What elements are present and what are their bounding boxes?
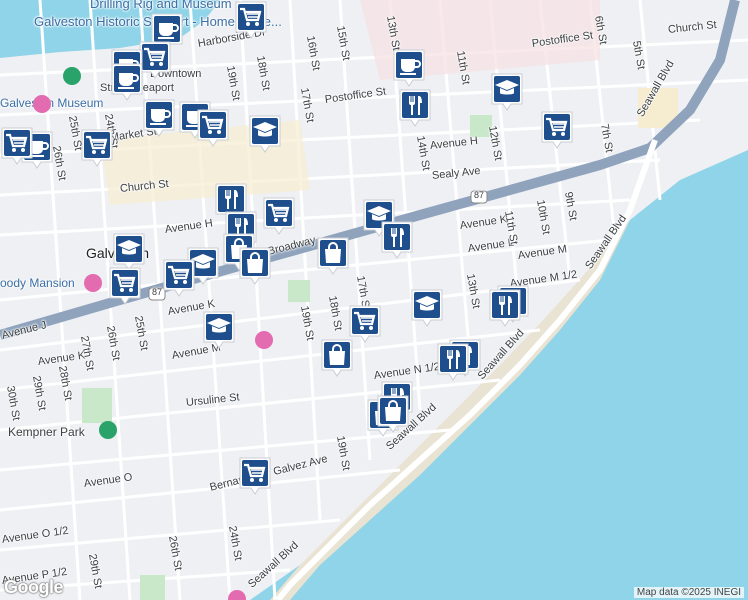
place-label: Moody Mansion (0, 276, 75, 290)
map-canvas[interactable]: 87 87 Harborside Dr Postoffice St Postof… (0, 0, 748, 600)
shopping-cart-pin-icon[interactable] (238, 456, 272, 496)
restaurant-pin-icon[interactable] (380, 220, 414, 260)
school-pin-icon[interactable] (202, 310, 236, 350)
shopping-cart-pin-icon[interactable] (234, 0, 268, 40)
place-label: Kempner Park (8, 425, 85, 439)
park-3 (140, 575, 165, 600)
place-label: Galveston Museum (0, 96, 104, 110)
shopping-cart-pin-icon[interactable] (108, 266, 142, 306)
shopping-bag-pin-icon[interactable] (316, 236, 350, 276)
google-logo: Google (4, 577, 64, 597)
highway-shield-label: 87 (474, 190, 485, 200)
place-label: Drilling Rig and Museum (90, 0, 232, 11)
park-2 (288, 280, 310, 302)
shopping-bag-pin-icon[interactable] (376, 394, 410, 434)
restaurant-pin-icon[interactable] (488, 288, 522, 328)
shopping-cart-pin-icon[interactable] (162, 258, 196, 298)
downtown-poi-icon[interactable] (63, 67, 81, 85)
school-pin-icon[interactable] (248, 114, 282, 154)
coffee-pin-icon[interactable] (110, 62, 144, 102)
museum-poi-icon[interactable] (33, 95, 51, 113)
shopping-cart-pin-icon[interactable] (540, 110, 574, 150)
shopping-bag-pin-icon[interactable] (320, 338, 354, 378)
school-pin-icon[interactable] (490, 72, 524, 112)
shopping-cart-pin-icon[interactable] (262, 196, 296, 236)
mansion-poi-icon[interactable] (84, 274, 102, 292)
restaurant-pin-icon[interactable] (436, 342, 470, 382)
map-attribution: Map data ©2025 INEGI (633, 587, 744, 598)
coffee-pin-icon[interactable] (392, 48, 426, 88)
shopping-bag-pin-icon[interactable] (238, 246, 272, 286)
shopping-cart-pin-icon[interactable] (0, 126, 34, 166)
kempner-park-poi-icon[interactable] (99, 421, 117, 439)
shopping-cart-pin-icon[interactable] (196, 108, 230, 148)
restaurant-pin-icon[interactable] (398, 88, 432, 128)
shopping-cart-pin-icon[interactable] (80, 128, 114, 168)
kempner-park (82, 388, 112, 423)
highway-shield-label: 87 (152, 287, 163, 297)
bishops-palace-poi-icon[interactable] (255, 331, 273, 349)
school-pin-icon[interactable] (410, 288, 444, 328)
coffee-pin-icon[interactable] (142, 98, 176, 138)
